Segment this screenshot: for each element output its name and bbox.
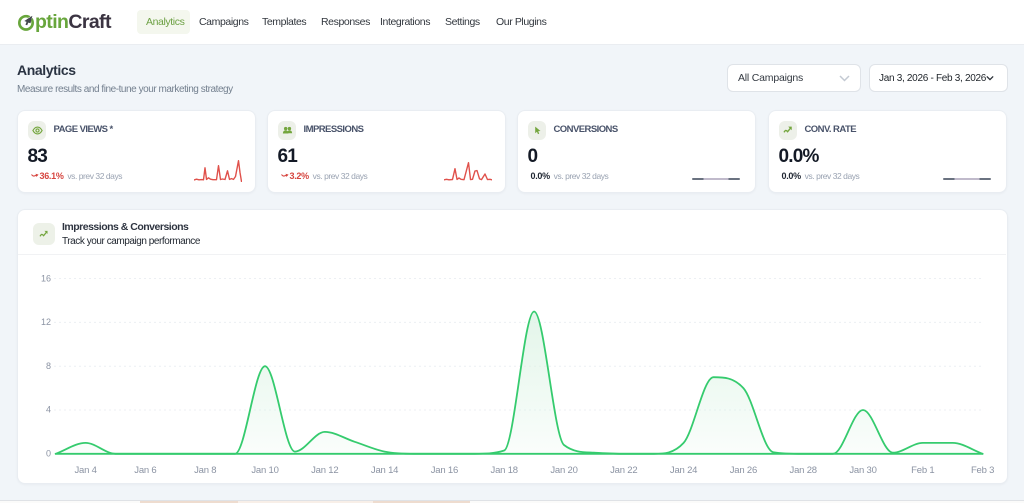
svg-text:Jan 6: Jan 6 [134,465,156,476]
svg-text:Jan 22: Jan 22 [610,465,637,476]
svg-text:Jan 20: Jan 20 [550,465,577,476]
svg-text:Jan 10: Jan 10 [251,465,278,476]
svg-text:Jan 4: Jan 4 [74,465,96,476]
svg-text:Jan 26: Jan 26 [730,465,757,476]
svg-text:Feb 3: Feb 3 [971,465,994,476]
svg-text:Jan 24: Jan 24 [670,465,697,476]
svg-text:Jan 14: Jan 14 [371,465,398,476]
svg-text:8: 8 [46,361,51,371]
svg-text:4: 4 [46,405,51,415]
svg-text:16: 16 [41,273,51,283]
svg-text:Jan 8: Jan 8 [194,465,216,476]
svg-text:12: 12 [41,317,51,327]
svg-text:Jan 18: Jan 18 [491,465,518,476]
svg-text:Jan 12: Jan 12 [311,465,338,476]
svg-text:Feb 1: Feb 1 [911,465,934,476]
svg-text:Jan 16: Jan 16 [431,465,458,476]
svg-text:Jan 30: Jan 30 [849,465,876,476]
svg-text:Jan 28: Jan 28 [790,465,817,476]
svg-text:0: 0 [46,449,51,459]
